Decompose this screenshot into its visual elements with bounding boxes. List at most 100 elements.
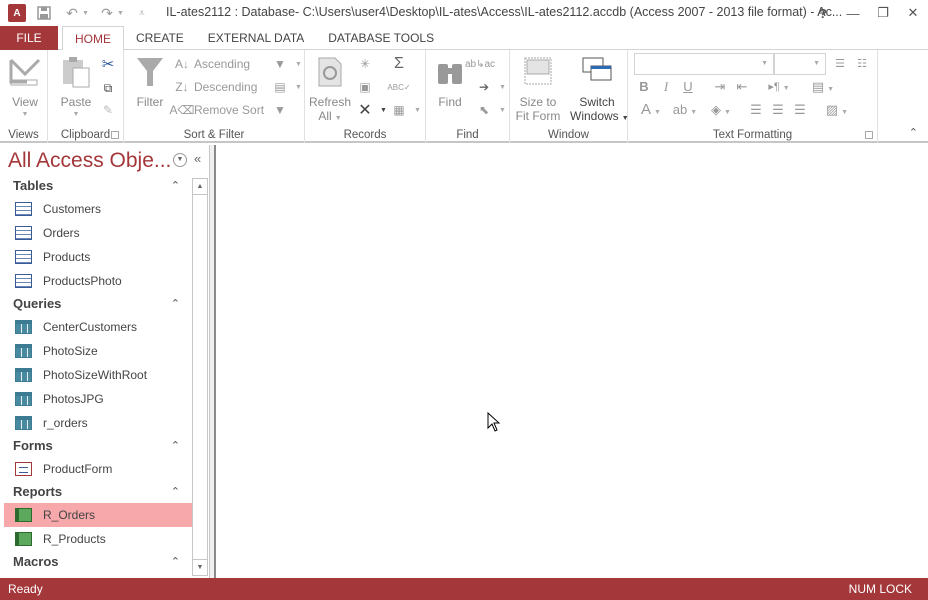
new-record-button[interactable]: ✳ — [357, 56, 377, 72]
fill-color-button[interactable]: ◈ ▼ — [706, 102, 736, 118]
nav-section-reports[interactable]: Reports ⌃ — [4, 481, 192, 503]
bold-button[interactable]: B — [636, 79, 652, 95]
nav-pane-title[interactable]: All Access Obje... — [8, 149, 171, 173]
scroll-up-icon[interactable]: ▲ — [193, 179, 207, 195]
remove-sort-button[interactable]: A⌫ Remove Sort — [170, 102, 265, 118]
font-name-dropdown-icon[interactable]: ▼ — [761, 60, 768, 67]
decrease-indent-icon: ⇤ — [736, 79, 748, 94]
scroll-down-icon[interactable]: ▼ — [193, 559, 207, 575]
shutter-bar-collapse-icon[interactable]: « — [194, 151, 201, 166]
font-size-combo[interactable]: ▼ — [774, 53, 826, 75]
nav-section-tables[interactable]: Tables ⌃ — [4, 175, 192, 197]
font-name-combo[interactable]: ▼ — [634, 53, 774, 75]
nav-item-query[interactable]: r_orders — [4, 411, 192, 435]
nav-item-label: PhotoSizeWithRoot — [43, 368, 148, 382]
tab-create[interactable]: CREATE — [124, 26, 196, 50]
filter-button[interactable]: Filter — [132, 56, 168, 109]
view-button[interactable]: View ▼ — [6, 56, 44, 118]
underline-button[interactable]: U — [680, 79, 696, 95]
undo-dropdown-icon[interactable]: ▼ — [82, 10, 89, 17]
descending-button[interactable]: Z↓ Descending — [174, 79, 257, 95]
bullets-button[interactable]: ☰ — [832, 56, 848, 72]
nav-section-macros[interactable]: Macros ⌃ — [4, 551, 192, 573]
more-records-button[interactable]: ▦ ▼ — [391, 102, 421, 118]
nav-item-table[interactable]: ProductsPhoto — [4, 269, 192, 293]
nav-item-table[interactable]: Products — [4, 245, 192, 269]
collapse-ribbon-icon[interactable]: ⌃ — [909, 126, 918, 139]
minimize-button[interactable]: — — [838, 0, 868, 26]
delete-record-button[interactable]: ✕ ▼ — [357, 102, 387, 119]
collapse-section-icon[interactable]: ⌃ — [171, 435, 180, 457]
redo-icon[interactable]: ↷ — [97, 3, 117, 23]
nav-item-table[interactable]: Customers — [4, 197, 192, 221]
nav-item-table[interactable]: Orders — [4, 221, 192, 245]
nav-item-report[interactable]: R_Orders — [4, 503, 192, 527]
increase-indent-button[interactable]: ⇥ — [712, 79, 728, 95]
nav-item-query[interactable]: CenterCustomers — [4, 315, 192, 339]
totals-button[interactable]: Σ — [391, 55, 411, 72]
align-right-button[interactable]: ☰ — [792, 102, 808, 118]
nav-item-query[interactable]: PhotoSize — [4, 339, 192, 363]
italic-button[interactable]: I — [658, 79, 674, 95]
nav-item-query[interactable]: PhotosJPG — [4, 387, 192, 411]
advanced-filter-button[interactable]: ▤ ▼ — [272, 79, 302, 95]
collapse-section-icon[interactable]: ⌃ — [171, 293, 180, 315]
ascending-button[interactable]: A↓ Ascending — [174, 56, 250, 72]
tab-database-tools[interactable]: DATABASE TOOLS — [316, 26, 446, 50]
switch-windows-button[interactable]: Switch Windows ▼ — [570, 56, 629, 123]
nav-item-query[interactable]: PhotoSizeWithRoot — [4, 363, 192, 387]
clipboard-dialog-launcher-icon[interactable] — [111, 131, 119, 139]
access-app-icon[interactable]: A — [8, 4, 26, 22]
text-formatting-dialog-launcher-icon[interactable] — [865, 131, 873, 139]
status-bar: Ready NUM LOCK — [0, 578, 928, 600]
align-center-button[interactable]: ☰ — [770, 102, 786, 118]
cut-button[interactable]: ✂ — [100, 56, 120, 73]
save-icon[interactable] — [34, 3, 54, 23]
spelling-button[interactable]: ABC✓ — [387, 79, 411, 95]
find-button[interactable]: Find — [432, 56, 468, 109]
text-direction-button[interactable]: ▸¶ ▼ — [764, 79, 794, 95]
go-to-button[interactable]: ➔ ▼ — [476, 79, 506, 95]
decrease-indent-button[interactable]: ⇤ — [734, 79, 750, 95]
bullets-icon: ☰ — [835, 58, 845, 70]
tab-external-data[interactable]: EXTERNAL DATA — [196, 26, 316, 50]
alternate-row-color-button[interactable]: ▨ ▼ — [822, 102, 852, 118]
tab-home[interactable]: HOME — [62, 26, 124, 51]
collapse-section-icon[interactable]: ⌃ — [171, 551, 180, 573]
replace-button[interactable]: ab↳ac — [465, 56, 495, 72]
nav-section-forms[interactable]: Forms ⌃ — [4, 435, 192, 457]
nav-pane-menu-icon[interactable]: ▼ — [173, 153, 187, 167]
restore-button[interactable]: ❐ — [868, 0, 898, 26]
save-record-button[interactable]: ▣ — [357, 79, 377, 95]
nav-scrollbar[interactable]: ▲ ▼ — [192, 178, 208, 576]
help-button[interactable]: ? — [808, 0, 838, 26]
paste-button[interactable]: Paste ▼ — [58, 56, 94, 118]
size-to-fit-form-button[interactable]: Size to Fit Form — [514, 56, 562, 123]
toggle-filter-button[interactable]: ▼ — [272, 102, 292, 118]
numbering-icon: ☷ — [857, 58, 867, 70]
close-button[interactable]: ✕ — [898, 0, 928, 26]
nav-item-form[interactable]: ProductForm — [4, 457, 192, 481]
paragraph-icon: ▸¶ — [768, 81, 780, 93]
redo-dropdown-icon[interactable]: ▼ — [117, 10, 124, 17]
font-size-dropdown-icon[interactable]: ▼ — [813, 60, 820, 67]
highlight-button[interactable]: ab ▼ — [670, 102, 700, 118]
nav-section-queries[interactable]: Queries ⌃ — [4, 293, 192, 315]
selection-filter-button[interactable]: ▼ ▼ — [272, 56, 302, 72]
collapse-section-icon[interactable]: ⌃ — [171, 481, 180, 503]
collapse-section-icon[interactable]: ⌃ — [171, 175, 180, 197]
align-left-button[interactable]: ☰ — [748, 102, 764, 118]
numbering-button[interactable]: ☷ — [854, 56, 870, 72]
format-painter-button[interactable]: ✎ — [100, 102, 120, 118]
gridlines-button[interactable]: ▤ ▼ — [808, 79, 838, 95]
font-color-button[interactable]: A ▼ — [636, 102, 666, 118]
select-button[interactable]: ⬉ ▼ — [476, 102, 506, 118]
tab-file[interactable]: FILE — [0, 26, 58, 50]
copy-icon: ⧉ — [103, 80, 113, 95]
font-color-icon: A — [641, 101, 652, 118]
undo-icon[interactable]: ↶ — [62, 3, 82, 23]
refresh-all-button[interactable]: Refresh All ▼ — [309, 56, 351, 123]
customize-qat-icon[interactable]: ⩡ — [132, 3, 152, 23]
nav-item-report[interactable]: R_Products — [4, 527, 192, 551]
copy-button[interactable]: ⧉ — [100, 80, 120, 96]
